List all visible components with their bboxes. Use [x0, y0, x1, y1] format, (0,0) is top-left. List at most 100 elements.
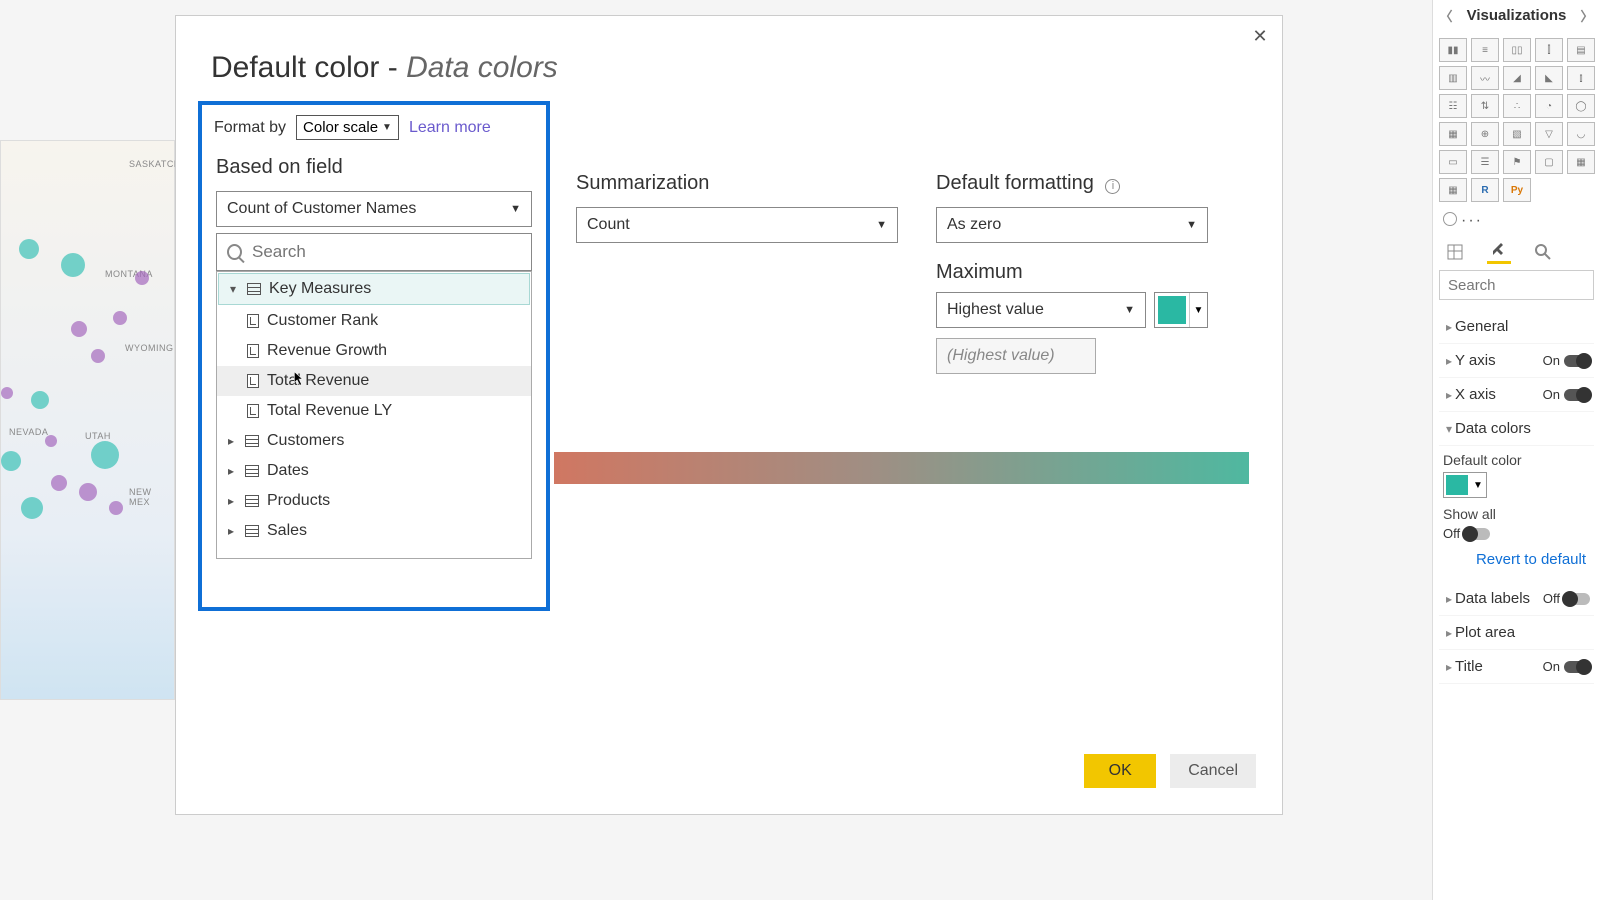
viz-100pct-column-icon[interactable]: ▥: [1439, 66, 1467, 90]
toggle-state-text: Off: [1543, 591, 1560, 606]
map-bubble: [79, 483, 97, 501]
viz-line-icon[interactable]: 〰: [1471, 66, 1499, 90]
viz-area-icon[interactable]: ◢: [1503, 66, 1531, 90]
viz-treemap-icon[interactable]: ▦: [1439, 122, 1467, 146]
table-icon: [245, 525, 259, 537]
viz-combo-icon[interactable]: ⫾: [1567, 66, 1595, 90]
title-toggle[interactable]: On: [1543, 659, 1590, 674]
format-search-placeholder: Search: [1448, 277, 1496, 294]
tree-measure-label: Total Revenue LY: [267, 402, 392, 420]
prop-data-labels[interactable]: Data labels Off: [1439, 582, 1594, 616]
fields-tab[interactable]: [1443, 240, 1467, 264]
viz-matrix-icon[interactable]: ▦: [1439, 178, 1467, 202]
viz-multirow-card-icon[interactable]: ☰: [1471, 150, 1499, 174]
cancel-button[interactable]: Cancel: [1170, 754, 1256, 788]
map-bubble: [31, 391, 49, 409]
viz-clustered-bar-icon[interactable]: ≡: [1471, 38, 1499, 62]
tree-measure[interactable]: Customer Rank: [217, 306, 531, 336]
chevron-right-icon: [1443, 626, 1455, 640]
map-bubble: [51, 475, 67, 491]
viz-slicer-icon[interactable]: ▢: [1535, 150, 1563, 174]
format-tab[interactable]: [1487, 240, 1511, 264]
prop-data-colors[interactable]: Data colors: [1439, 412, 1594, 446]
viz-map-icon[interactable]: ⊕: [1471, 122, 1499, 146]
ok-button[interactable]: OK: [1084, 754, 1156, 788]
tree-measure[interactable]: Revenue Growth: [217, 336, 531, 366]
viz-waterfall-icon[interactable]: ⇅: [1471, 94, 1499, 118]
revert-to-default-link[interactable]: Revert to default: [1443, 551, 1586, 568]
tree-table[interactable]: Sales: [217, 516, 531, 546]
viz-ribbon-icon[interactable]: ☷: [1439, 94, 1467, 118]
chevron-down-icon: ▼: [1186, 219, 1197, 231]
format-by-select[interactable]: Color scale ▼: [296, 115, 399, 140]
close-button[interactable]: ✕: [1248, 24, 1272, 48]
viz-kpi-icon[interactable]: ⚑: [1503, 150, 1531, 174]
viz-stacked-area-icon[interactable]: ◣: [1535, 66, 1563, 90]
prop-plot-area[interactable]: Plot area: [1439, 616, 1594, 650]
yaxis-toggle[interactable]: On: [1543, 353, 1590, 368]
viz-ellipsis-icon[interactable]: ···: [1461, 212, 1483, 230]
data-labels-toggle[interactable]: Off: [1543, 591, 1590, 606]
viz-more-row: ···: [1443, 212, 1594, 230]
measure-icon: [247, 314, 259, 328]
analytics-tab[interactable]: [1531, 240, 1555, 264]
measure-icon: [247, 374, 259, 388]
viz-stacked-column-icon[interactable]: ▯▯: [1503, 38, 1531, 62]
tree-table[interactable]: Customers: [217, 426, 531, 456]
maximum-label: Maximum: [936, 261, 1208, 284]
prop-yaxis[interactable]: Y axis On: [1439, 344, 1594, 378]
field-search[interactable]: [216, 233, 532, 271]
field-search-input[interactable]: [252, 242, 521, 262]
prop-title[interactable]: Title On: [1439, 650, 1594, 684]
tree-measure-label: Customer Rank: [267, 312, 378, 330]
viz-clustered-column-icon[interactable]: ⫿: [1535, 38, 1563, 62]
map-bubble: [91, 349, 105, 363]
viz-table-icon[interactable]: ▦: [1567, 150, 1595, 174]
tree-table[interactable]: Products: [217, 486, 531, 516]
based-on-field-dropdown[interactable]: Count of Customer Names ▼: [216, 191, 532, 227]
viz-donut-icon[interactable]: ◯: [1567, 94, 1595, 118]
show-all-toggle[interactable]: Off: [1443, 526, 1590, 541]
collapse-right-icon[interactable]: 〉: [1580, 6, 1594, 25]
chevron-down-icon: ▼: [876, 219, 887, 231]
maximum-color-picker[interactable]: ▼: [1154, 292, 1208, 328]
map-background: SASKATCH MONTANA WYOMING NEVADA UTAH NEW…: [0, 140, 175, 700]
prop-general[interactable]: General: [1439, 310, 1594, 344]
viz-pie-icon[interactable]: ◔: [1535, 94, 1563, 118]
viz-scatter-icon[interactable]: ∴: [1503, 94, 1531, 118]
maximum-value-input[interactable]: (Highest value): [936, 338, 1096, 374]
summarization-dropdown[interactable]: Count ▼: [576, 207, 898, 243]
tree-measure[interactable]: Total Revenue LY: [217, 396, 531, 426]
prop-xaxis[interactable]: X axis On: [1439, 378, 1594, 412]
tree-group-key-measures[interactable]: Key Measures: [218, 273, 530, 305]
tree-table[interactable]: Dates: [217, 456, 531, 486]
default-formatting-dropdown[interactable]: As zero ▼: [936, 207, 1208, 243]
prop-data-labels-label: Data labels: [1455, 590, 1543, 607]
collapse-left-icon[interactable]: 〈: [1439, 6, 1453, 25]
xaxis-toggle[interactable]: On: [1543, 387, 1590, 402]
default-color-picker[interactable]: ▼: [1443, 472, 1487, 498]
format-by-region: Format by Color scale ▼ Learn more Based…: [198, 101, 550, 611]
viz-stacked-bar-icon[interactable]: ▮▮: [1439, 38, 1467, 62]
info-icon[interactable]: i: [1105, 179, 1120, 194]
format-search[interactable]: Search: [1439, 270, 1594, 300]
default-formatting-column: Default formatting i As zero ▼ Maximum H…: [932, 164, 1212, 384]
viz-100pct-bar-icon[interactable]: ▤: [1567, 38, 1595, 62]
visualizations-gallery: ▮▮ ≡ ▯▯ ⫿ ▤ ▥ 〰 ◢ ◣ ⫾ ☷ ⇅ ∴ ◔ ◯ ▦ ⊕ ▧ ▽ …: [1439, 38, 1594, 202]
tree-group-label: Key Measures: [269, 280, 371, 298]
chevron-down-icon: [227, 282, 239, 296]
viz-arcgis-icon[interactable]: [1443, 212, 1457, 226]
map-bubble: [19, 239, 39, 259]
maximum-dropdown[interactable]: Highest value ▼: [936, 292, 1146, 328]
viz-funnel-icon[interactable]: ▽: [1535, 122, 1563, 146]
viz-python-icon[interactable]: Py: [1503, 178, 1531, 202]
viz-r-icon[interactable]: R: [1471, 178, 1499, 202]
learn-more-link[interactable]: Learn more: [409, 119, 491, 137]
toggle-track: [1464, 528, 1490, 540]
toggle-state-text: Off: [1443, 526, 1460, 541]
viz-filled-map-icon[interactable]: ▧: [1503, 122, 1531, 146]
format-by-label: Format by: [214, 119, 286, 137]
viz-gauge-icon[interactable]: ◡: [1567, 122, 1595, 146]
tree-measure[interactable]: Total Revenue: [217, 366, 531, 396]
viz-card-icon[interactable]: ▭: [1439, 150, 1467, 174]
